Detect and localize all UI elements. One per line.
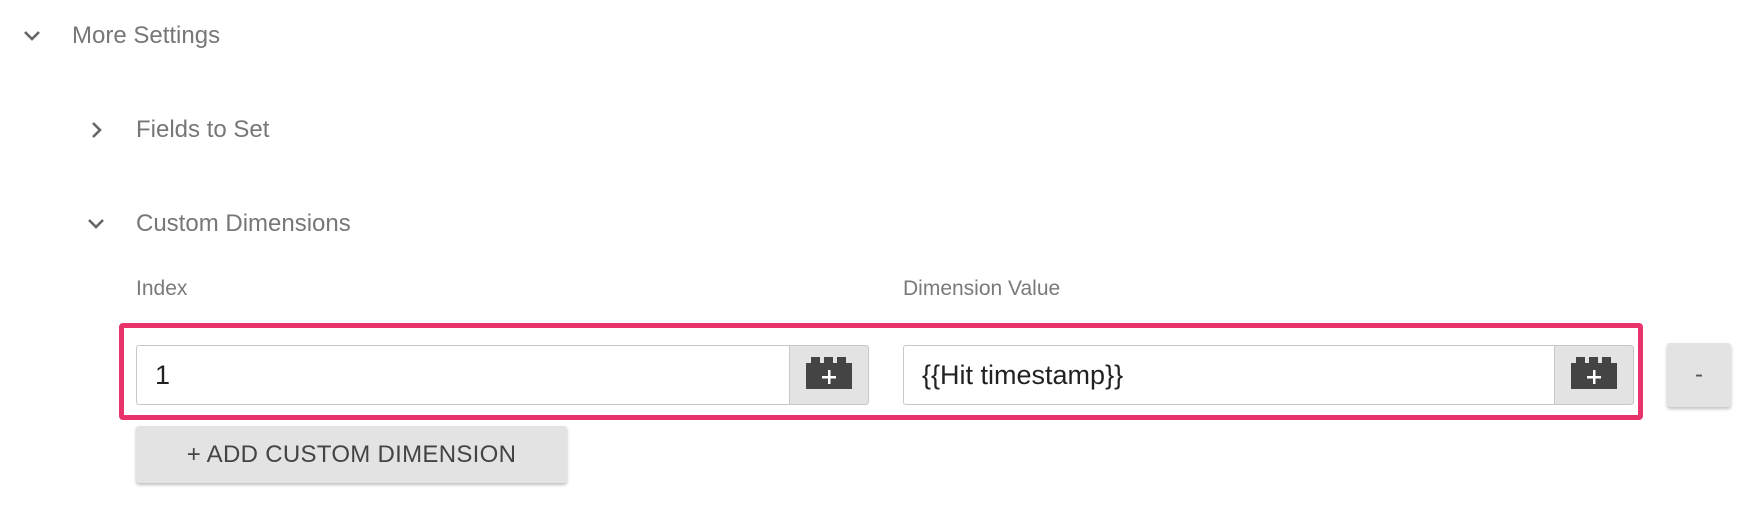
fields-to-set-title: Fields to Set — [136, 116, 270, 143]
chevron-right-icon — [78, 112, 114, 148]
index-input[interactable] — [136, 345, 789, 405]
custom-dimensions-header[interactable]: Custom Dimensions — [78, 206, 351, 242]
remove-row-button[interactable]: - — [1667, 343, 1731, 407]
index-input-group — [136, 345, 869, 405]
more-settings-title: More Settings — [72, 22, 221, 49]
dimension-value-input[interactable] — [903, 345, 1554, 405]
index-label: Index — [136, 277, 188, 300]
chevron-down-icon — [14, 18, 50, 54]
add-variable-icon — [1570, 356, 1618, 394]
dimension-value-input-group — [903, 345, 1634, 405]
dimension-value-variable-button[interactable] — [1554, 345, 1634, 405]
custom-dimensions-title: Custom Dimensions — [136, 210, 351, 237]
chevron-down-icon — [78, 206, 114, 242]
add-custom-dimension-button[interactable]: + ADD CUSTOM DIMENSION — [136, 426, 567, 483]
add-variable-icon — [805, 356, 853, 394]
more-settings-header[interactable]: More Settings — [14, 18, 220, 54]
fields-to-set-header[interactable]: Fields to Set — [78, 112, 269, 148]
dimension-value-label: Dimension Value — [903, 277, 1061, 300]
index-variable-button[interactable] — [789, 345, 869, 405]
